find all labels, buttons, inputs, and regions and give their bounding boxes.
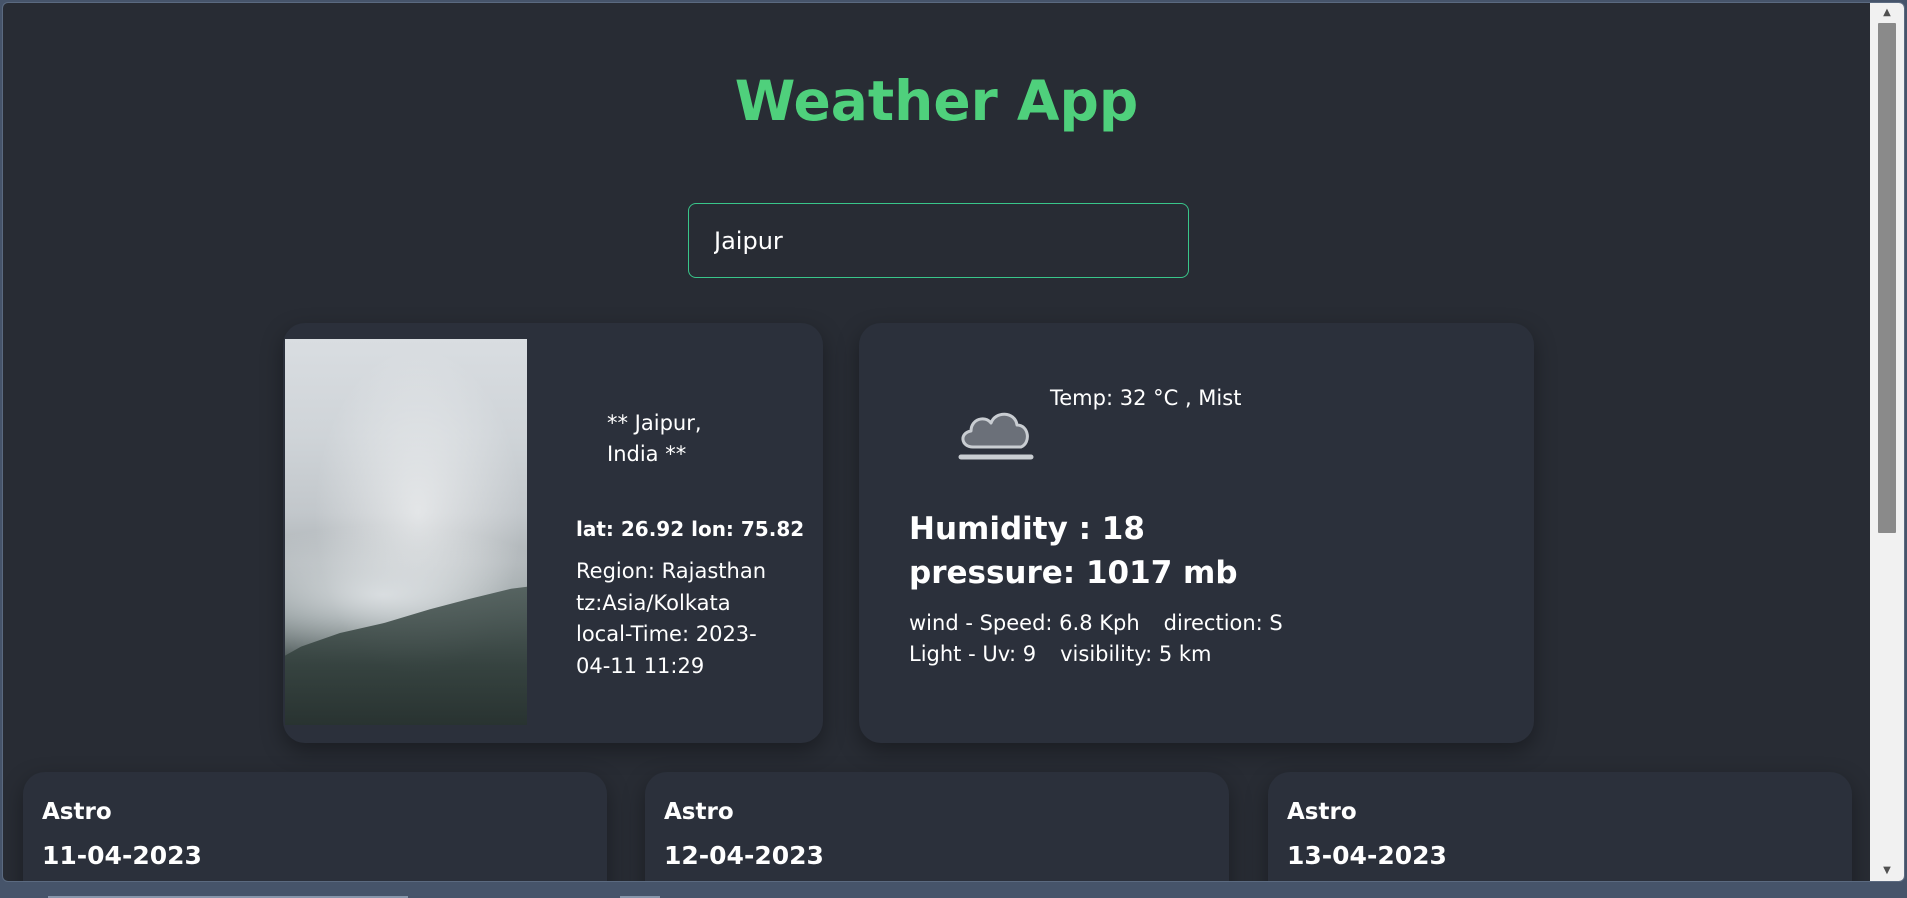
humidity-value: Humidity : 18	[909, 511, 1145, 547]
weather-card: Temp: 32 °C , Mist Humidity : 18 pressur…	[859, 323, 1534, 743]
astro-date: 12-04-2023	[664, 841, 824, 870]
taskbar-strip	[0, 884, 1907, 898]
location-local-time: local-Time: 2023-04-11 11:29	[576, 622, 757, 678]
wind-speed: wind - Speed: 6.8 Kph	[909, 611, 1140, 635]
location-region: Region: Rajasthan	[576, 559, 767, 583]
astro-card: Astro 11-04-2023	[23, 772, 607, 881]
light-row: Light - Uv: 9 visibility: 5 km	[909, 639, 1212, 670]
astro-title: Astro	[1287, 799, 1357, 825]
astro-title: Astro	[42, 799, 112, 825]
location-info: Region: Rajasthan tz:Asia/Kolkata local-…	[576, 556, 776, 682]
mist-cloud-icon	[958, 412, 1034, 460]
page-viewport[interactable]: Weather App ** Jaipur, India ** lat: 26.…	[3, 3, 1870, 881]
wind-direction: direction: S	[1163, 611, 1283, 635]
wind-row: wind - Speed: 6.8 Kph direction: S	[909, 608, 1283, 639]
astro-date: 11-04-2023	[42, 841, 202, 870]
page-title: Weather App	[734, 69, 1139, 133]
astro-date: 13-04-2023	[1287, 841, 1447, 870]
location-name: ** Jaipur, India **	[607, 411, 702, 466]
location-card: ** Jaipur, India ** lat: 26.92 lon: 75.8…	[283, 323, 823, 743]
astro-card: Astro 12-04-2023	[645, 772, 1229, 881]
astro-card: Astro 13-04-2023	[1268, 772, 1852, 881]
pressure-value: pressure: 1017 mb	[909, 555, 1238, 591]
scroll-up-arrow-icon[interactable]: ▲	[1870, 3, 1904, 23]
temperature-condition: Temp: 32 °C , Mist	[1050, 386, 1242, 410]
uv-index: Light - Uv: 9	[909, 642, 1037, 666]
vertical-scrollbar[interactable]: ▲ ▼	[1870, 3, 1904, 881]
location-coordinates: lat: 26.92 lon: 75.82	[576, 517, 805, 541]
city-search-input[interactable]	[688, 203, 1189, 278]
scrollbar-thumb[interactable]	[1878, 23, 1896, 533]
astro-title: Astro	[664, 799, 734, 825]
location-timezone: tz:Asia/Kolkata	[576, 590, 731, 615]
scroll-down-arrow-icon[interactable]: ▼	[1870, 861, 1904, 881]
visibility: visibility: 5 km	[1060, 642, 1212, 666]
app-window: Weather App ** Jaipur, India ** lat: 26.…	[2, 2, 1905, 882]
misty-mountain-photo	[285, 339, 527, 725]
